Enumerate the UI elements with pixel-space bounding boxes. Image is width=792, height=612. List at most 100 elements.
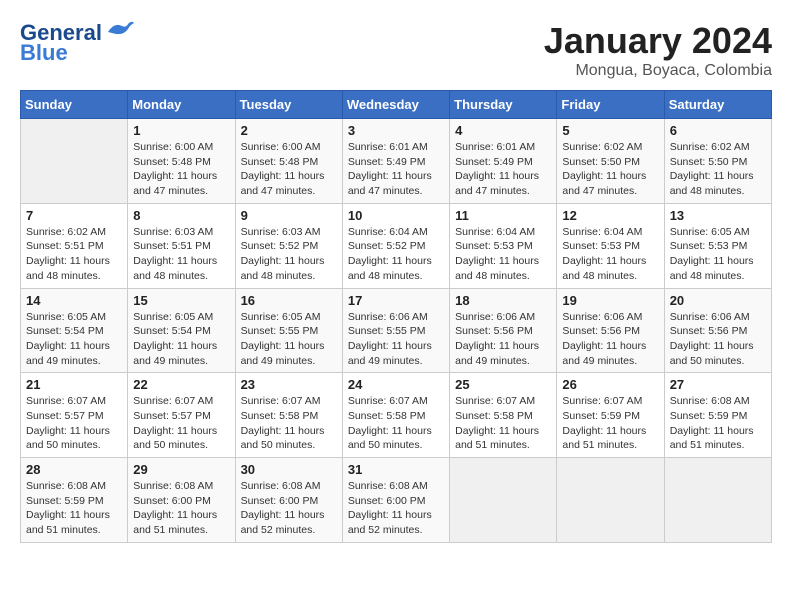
- calendar-cell: 26 Sunrise: 6:07 AM Sunset: 5:59 PM Dayli…: [557, 373, 664, 458]
- day-number: 16: [241, 293, 337, 308]
- day-info: Sunrise: 6:06 AM Sunset: 5:56 PM Dayligh…: [455, 310, 551, 369]
- day-info: Sunrise: 6:05 AM Sunset: 5:54 PM Dayligh…: [26, 310, 122, 369]
- day-info: Sunrise: 6:02 AM Sunset: 5:50 PM Dayligh…: [670, 140, 766, 199]
- calendar-cell: 3 Sunrise: 6:01 AM Sunset: 5:49 PM Daylig…: [342, 119, 449, 204]
- calendar-cell: 24 Sunrise: 6:07 AM Sunset: 5:58 PM Dayli…: [342, 373, 449, 458]
- calendar-cell: 21Sunrise: 6:07 AM Sunset: 5:57 PM Dayli…: [21, 373, 128, 458]
- day-info: Sunrise: 6:04 AM Sunset: 5:53 PM Dayligh…: [562, 225, 658, 284]
- day-number: 26: [562, 377, 658, 392]
- day-info: Sunrise: 6:04 AM Sunset: 5:52 PM Dayligh…: [348, 225, 444, 284]
- day-info: Sunrise: 6:01 AM Sunset: 5:49 PM Dayligh…: [348, 140, 444, 199]
- day-number: 24: [348, 377, 444, 392]
- day-number: 6: [670, 123, 766, 138]
- day-number: 8: [133, 208, 229, 223]
- day-number: 21: [26, 377, 122, 392]
- calendar-cell: 17Sunrise: 6:06 AM Sunset: 5:55 PM Dayli…: [342, 288, 449, 373]
- day-number: 14: [26, 293, 122, 308]
- day-number: 30: [241, 462, 337, 477]
- day-info: Sunrise: 6:02 AM Sunset: 5:51 PM Dayligh…: [26, 225, 122, 284]
- calendar-cell: [664, 458, 771, 543]
- calendar-cell: 14 Sunrise: 6:05 AM Sunset: 5:54 PM Dayli…: [21, 288, 128, 373]
- calendar-cell: 4 Sunrise: 6:01 AM Sunset: 5:49 PM Daylig…: [450, 119, 557, 204]
- calendar-cell: 31Sunrise: 6:08 AM Sunset: 6:00 PM Dayli…: [342, 458, 449, 543]
- calendar-cell: 10Sunrise: 6:04 AM Sunset: 5:52 PM Dayli…: [342, 203, 449, 288]
- day-number: 28: [26, 462, 122, 477]
- day-info: Sunrise: 6:05 AM Sunset: 5:53 PM Dayligh…: [670, 225, 766, 284]
- day-info: Sunrise: 6:06 AM Sunset: 5:56 PM Dayligh…: [562, 310, 658, 369]
- bird-icon: [106, 20, 136, 42]
- day-number: 13: [670, 208, 766, 223]
- calendar-week-2: 7 Sunrise: 6:02 AM Sunset: 5:51 PM Daylig…: [21, 203, 772, 288]
- logo: General Blue: [20, 20, 136, 64]
- calendar-cell: 30 Sunrise: 6:08 AM Sunset: 6:00 PM Dayli…: [235, 458, 342, 543]
- weekday-header-sunday: Sunday: [21, 91, 128, 119]
- page-header: General Blue January 2024 Mongua, Boyaca…: [20, 20, 772, 80]
- calendar-week-4: 21 Sunrise: 6:07 AM Sunset: 5:57 PM Dayli…: [21, 373, 772, 458]
- calendar-cell: 19 Sunrise: 6:06 AM Sunset: 5:56 PM Dayli…: [557, 288, 664, 373]
- day-info: Sunrise: 6:08 AM Sunset: 5:59 PM Dayligh…: [26, 479, 122, 538]
- day-number: 1: [133, 123, 229, 138]
- calendar-cell: 27Sunrise: 6:08 AM Sunset: 5:59 PM Dayli…: [664, 373, 771, 458]
- day-number: 29: [133, 462, 229, 477]
- day-info: Sunrise: 6:03 AM Sunset: 5:52 PM Dayligh…: [241, 225, 337, 284]
- day-number: 17: [348, 293, 444, 308]
- weekday-header-friday: Friday: [557, 91, 664, 119]
- day-info: Sunrise: 6:00 AM Sunset: 5:48 PM Dayligh…: [241, 140, 337, 199]
- day-info: Sunrise: 6:07 AM Sunset: 5:57 PM Dayligh…: [133, 394, 229, 453]
- day-info: Sunrise: 6:05 AM Sunset: 5:55 PM Dayligh…: [241, 310, 337, 369]
- calendar-cell: [21, 119, 128, 204]
- day-info: Sunrise: 6:02 AM Sunset: 5:50 PM Dayligh…: [562, 140, 658, 199]
- day-info: Sunrise: 6:07 AM Sunset: 5:58 PM Dayligh…: [455, 394, 551, 453]
- day-info: Sunrise: 6:08 AM Sunset: 6:00 PM Dayligh…: [241, 479, 337, 538]
- day-number: 5: [562, 123, 658, 138]
- day-info: Sunrise: 6:08 AM Sunset: 6:00 PM Dayligh…: [348, 479, 444, 538]
- day-info: Sunrise: 6:01 AM Sunset: 5:49 PM Dayligh…: [455, 140, 551, 199]
- weekday-header-saturday: Saturday: [664, 91, 771, 119]
- calendar-cell: 7 Sunrise: 6:02 AM Sunset: 5:51 PM Daylig…: [21, 203, 128, 288]
- day-number: 27: [670, 377, 766, 392]
- calendar-cell: 5 Sunrise: 6:02 AM Sunset: 5:50 PM Daylig…: [557, 119, 664, 204]
- logo-blue: Blue: [20, 42, 136, 64]
- day-info: Sunrise: 6:04 AM Sunset: 5:53 PM Dayligh…: [455, 225, 551, 284]
- page-subtitle: Mongua, Boyaca, Colombia: [544, 62, 772, 80]
- day-info: Sunrise: 6:07 AM Sunset: 5:58 PM Dayligh…: [348, 394, 444, 453]
- day-number: 18: [455, 293, 551, 308]
- calendar-cell: 12 Sunrise: 6:04 AM Sunset: 5:53 PM Dayli…: [557, 203, 664, 288]
- day-number: 12: [562, 208, 658, 223]
- calendar-cell: 18 Sunrise: 6:06 AM Sunset: 5:56 PM Dayli…: [450, 288, 557, 373]
- calendar-cell: 15 Sunrise: 6:05 AM Sunset: 5:54 PM Dayli…: [128, 288, 235, 373]
- calendar-cell: 29 Sunrise: 6:08 AM Sunset: 6:00 PM Dayli…: [128, 458, 235, 543]
- calendar-cell: [557, 458, 664, 543]
- day-number: 15: [133, 293, 229, 308]
- day-number: 4: [455, 123, 551, 138]
- day-number: 7: [26, 208, 122, 223]
- calendar-cell: 16 Sunrise: 6:05 AM Sunset: 5:55 PM Dayli…: [235, 288, 342, 373]
- day-number: 11: [455, 208, 551, 223]
- calendar-table: SundayMondayTuesdayWednesdayThursdayFrid…: [20, 90, 772, 543]
- weekday-header-wednesday: Wednesday: [342, 91, 449, 119]
- calendar-week-5: 28 Sunrise: 6:08 AM Sunset: 5:59 PM Dayli…: [21, 458, 772, 543]
- calendar-cell: 25 Sunrise: 6:07 AM Sunset: 5:58 PM Dayli…: [450, 373, 557, 458]
- day-number: 19: [562, 293, 658, 308]
- day-info: Sunrise: 6:03 AM Sunset: 5:51 PM Dayligh…: [133, 225, 229, 284]
- day-number: 3: [348, 123, 444, 138]
- calendar-cell: 20 Sunrise: 6:06 AM Sunset: 5:56 PM Dayli…: [664, 288, 771, 373]
- day-info: Sunrise: 6:07 AM Sunset: 5:59 PM Dayligh…: [562, 394, 658, 453]
- title-block: January 2024 Mongua, Boyaca, Colombia: [544, 20, 772, 80]
- day-info: Sunrise: 6:05 AM Sunset: 5:54 PM Dayligh…: [133, 310, 229, 369]
- day-info: Sunrise: 6:08 AM Sunset: 6:00 PM Dayligh…: [133, 479, 229, 538]
- day-info: Sunrise: 6:06 AM Sunset: 5:56 PM Dayligh…: [670, 310, 766, 369]
- weekday-header-thursday: Thursday: [450, 91, 557, 119]
- calendar-cell: 28 Sunrise: 6:08 AM Sunset: 5:59 PM Dayli…: [21, 458, 128, 543]
- calendar-cell: 1 Sunrise: 6:00 AM Sunset: 5:48 PM Daylig…: [128, 119, 235, 204]
- day-number: 9: [241, 208, 337, 223]
- day-number: 23: [241, 377, 337, 392]
- day-number: 25: [455, 377, 551, 392]
- day-number: 22: [133, 377, 229, 392]
- calendar-cell: 23 Sunrise: 6:07 AM Sunset: 5:58 PM Dayli…: [235, 373, 342, 458]
- calendar-week-3: 14 Sunrise: 6:05 AM Sunset: 5:54 PM Dayli…: [21, 288, 772, 373]
- calendar-cell: 8 Sunrise: 6:03 AM Sunset: 5:51 PM Daylig…: [128, 203, 235, 288]
- day-info: Sunrise: 6:07 AM Sunset: 5:58 PM Dayligh…: [241, 394, 337, 453]
- day-number: 20: [670, 293, 766, 308]
- day-info: Sunrise: 6:00 AM Sunset: 5:48 PM Dayligh…: [133, 140, 229, 199]
